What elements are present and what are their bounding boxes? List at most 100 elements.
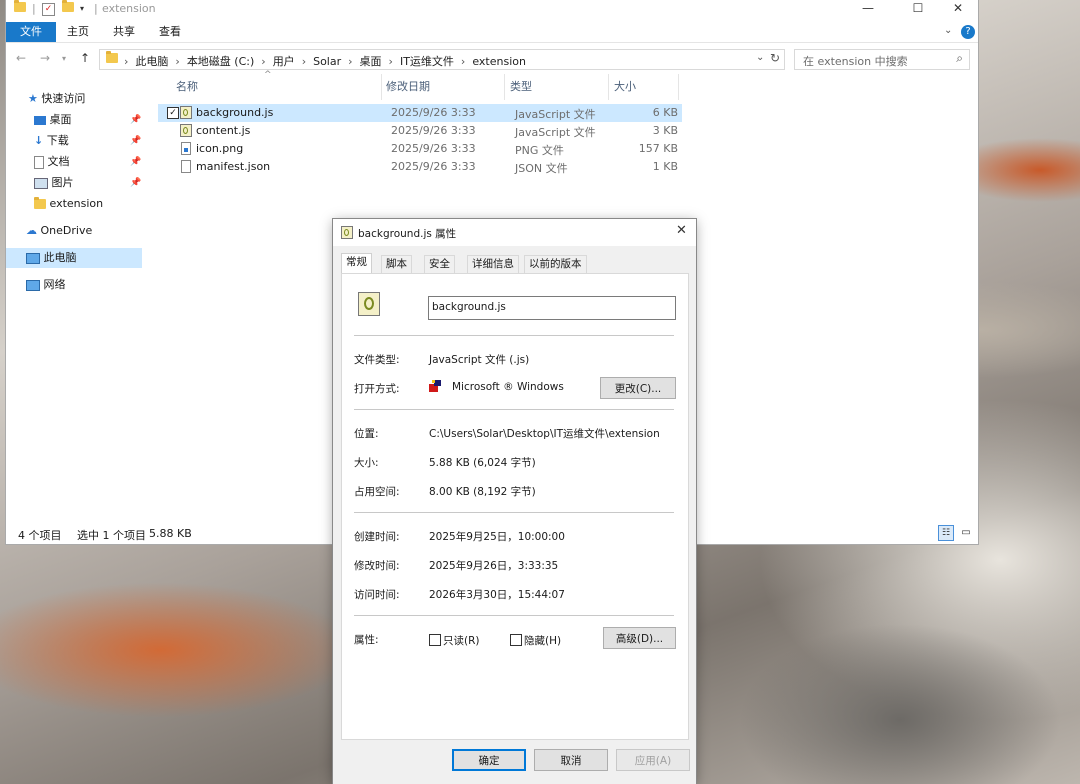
general-tab-panel: background.js 文件类型: JavaScript 文件 (.js) … [341, 273, 689, 740]
help-icon[interactable]: ? [961, 25, 975, 39]
dialog-title-bar: background.js 属性 ✕ [333, 219, 696, 246]
filename-value: background.js [432, 301, 506, 313]
maximize-button[interactable]: ☐ [896, 0, 940, 18]
dialog-close-button[interactable]: ✕ [676, 223, 687, 238]
tab-share[interactable]: 共享 [106, 22, 142, 42]
sidebar-item-label: 快速访问 [41, 92, 86, 105]
javascript-file-large-icon [358, 292, 380, 316]
cloud-icon: ☁ [26, 224, 37, 237]
divider [354, 335, 674, 336]
sidebar-item-documents[interactable]: 文档 📌 [34, 152, 142, 172]
properties-dialog: background.js 属性 ✕ 常规 脚本 安全 详细信息 以前的版本 b… [333, 219, 696, 784]
hidden-checkbox[interactable] [510, 634, 522, 646]
tab-home[interactable]: 主页 [60, 22, 96, 42]
tab-script[interactable]: 脚本 [381, 255, 412, 273]
table-row[interactable]: icon.png 2025/9/26 3:33 PNG 文件 157 KB [158, 140, 682, 158]
sidebar-item-quick-access[interactable]: ★ 快速访问 [28, 89, 85, 109]
file-name: content.js [196, 124, 251, 137]
close-button[interactable]: ✕ [936, 0, 980, 18]
accessed-label: 访问时间: [354, 589, 400, 601]
search-icon[interactable]: ⌕ [956, 51, 963, 66]
refresh-icon[interactable]: ↻ [770, 51, 780, 65]
search-input[interactable]: 在 extension 中搜索 ⌕ [794, 49, 970, 70]
file-type: JavaScript 文件 [515, 108, 596, 121]
location-value: C:\Users\Solar\Desktop\IT运维文件\extension [429, 428, 660, 440]
tab-file[interactable]: 文件 [6, 22, 56, 42]
readonly-checkbox[interactable] [429, 634, 441, 646]
pin-icon[interactable]: 📌 [130, 173, 141, 193]
minimize-button[interactable]: — [846, 0, 890, 18]
file-size: 1 KB [652, 160, 678, 173]
column-header-date[interactable]: 修改日期 [386, 74, 505, 100]
sidebar-item-network[interactable]: 网络 [26, 275, 66, 295]
computer-icon [26, 252, 40, 264]
forward-arrow-icon[interactable]: → [40, 51, 50, 65]
properties-icon[interactable]: ✓ [42, 3, 55, 16]
pin-icon[interactable]: 📌 [130, 131, 141, 151]
readonly-label[interactable]: 只读(R) [443, 633, 480, 648]
tab-security[interactable]: 安全 [424, 255, 455, 273]
breadcrumb-it-files[interactable]: IT运维文件 [400, 55, 454, 68]
hidden-label[interactable]: 隐藏(H) [524, 633, 561, 648]
sidebar-item-this-pc[interactable]: 此电脑 [6, 248, 142, 268]
breadcrumb-this-pc[interactable]: 此电脑 [135, 55, 168, 68]
column-header-name[interactable]: 名称 [176, 74, 382, 100]
navigation-pane: ★ 快速访问 桌面 📌 ↓ 下载 📌 文档 📌 图片 📌 extension ☁… [6, 82, 142, 522]
sidebar-item-label: 图片 [51, 176, 74, 189]
sidebar-item-onedrive[interactable]: ☁ OneDrive [26, 221, 92, 241]
document-icon [34, 155, 44, 169]
breadcrumb-local-disk[interactable]: 本地磁盘 (C:) [187, 55, 254, 68]
table-row[interactable]: ✓ background.js 2025/9/26 3:33 JavaScrip… [158, 104, 682, 122]
windows-script-host-icon [429, 380, 441, 392]
address-bar[interactable]: › 此电脑 › 本地磁盘 (C:) › 用户 › Solar › 桌面 › IT… [99, 49, 785, 70]
customize-toolbar-icon[interactable]: ▾ [80, 4, 84, 18]
javascript-file-icon [341, 226, 353, 239]
title-bar: | ✓ ▾ | extension — ☐ ✕ [6, 0, 978, 18]
table-row[interactable]: content.js 2025/9/26 3:33 JavaScript 文件 … [158, 122, 682, 140]
cancel-button[interactable]: 取消 [534, 749, 608, 771]
sidebar-item-desktop[interactable]: 桌面 📌 [34, 110, 142, 130]
sidebar-item-label: 下载 [46, 134, 69, 147]
star-icon: ★ [28, 92, 38, 105]
divider [354, 512, 674, 513]
back-arrow-icon[interactable]: ← [16, 51, 26, 65]
recent-locations-icon[interactable]: ▾ [62, 54, 66, 63]
advanced-button[interactable]: 高级(D)... [603, 627, 676, 649]
large-icons-view-icon[interactable]: ▭ [958, 525, 974, 541]
pin-icon[interactable]: 📌 [130, 110, 141, 130]
table-row[interactable]: manifest.json 2025/9/26 3:33 JSON 文件 1 K… [158, 158, 682, 176]
file-type-label: 文件类型: [354, 354, 400, 366]
breadcrumb-desktop[interactable]: 桌面 [360, 55, 382, 68]
column-header-size[interactable]: 大小 [614, 74, 679, 100]
file-type-value: JavaScript 文件 (.js) [429, 354, 530, 366]
sidebar-item-downloads[interactable]: ↓ 下载 📌 [34, 131, 142, 151]
divider: | [32, 2, 36, 15]
file-type: JavaScript 文件 [515, 126, 596, 139]
expand-ribbon-icon[interactable]: ⌄ [944, 25, 952, 36]
apply-button[interactable]: 应用(A) [616, 749, 690, 771]
address-dropdown-icon[interactable]: ⌄ [756, 52, 764, 63]
tab-view[interactable]: 查看 [152, 22, 188, 42]
sidebar-item-label: 文档 [47, 155, 70, 168]
breadcrumb-users[interactable]: 用户 [273, 55, 295, 68]
details-view-icon[interactable]: ☷ [938, 525, 954, 541]
tab-details[interactable]: 详细信息 [467, 255, 519, 273]
tab-previous-versions[interactable]: 以前的版本 [524, 255, 587, 273]
row-checkbox[interactable]: ✓ [167, 107, 179, 119]
breadcrumb-extension[interactable]: extension [472, 55, 526, 68]
size-value: 5.88 KB (6,024 字节) [429, 457, 536, 469]
change-button[interactable]: 更改(C)... [600, 377, 676, 399]
sidebar-item-extension[interactable]: extension [34, 194, 103, 214]
up-arrow-icon[interactable]: ↑ [80, 51, 90, 65]
sidebar-item-label: 网络 [43, 278, 66, 291]
new-folder-icon[interactable] [62, 0, 74, 16]
ok-button[interactable]: 确定 [452, 749, 526, 771]
column-header-type[interactable]: 类型 [510, 74, 609, 100]
filename-input[interactable]: background.js [428, 296, 676, 320]
pin-icon[interactable]: 📌 [130, 152, 141, 172]
sidebar-item-pictures[interactable]: 图片 📌 [34, 173, 142, 193]
file-name: manifest.json [196, 160, 271, 173]
disk-size-label: 占用空间: [354, 486, 400, 498]
breadcrumb-solar[interactable]: Solar [313, 55, 341, 68]
tab-general[interactable]: 常规 [341, 253, 372, 274]
